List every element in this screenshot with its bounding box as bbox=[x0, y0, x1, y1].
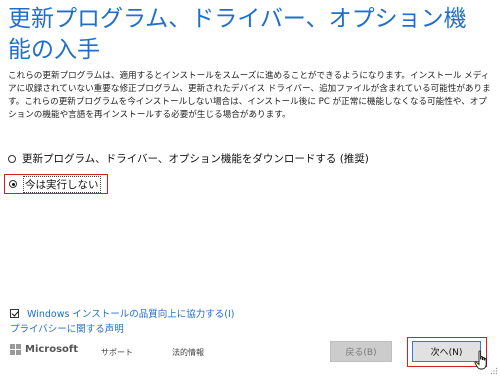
microsoft-brand-text: Microsoft bbox=[25, 344, 79, 355]
back-button[interactable]: 戻る(B) bbox=[330, 341, 392, 362]
improve-quality-checkbox-row[interactable]: Windows インストールの品質向上に協力する(I) bbox=[10, 306, 234, 320]
option-download-updates[interactable]: 更新プログラム、ドライバー、オプション機能をダウンロードする (推奨) bbox=[8, 151, 369, 166]
support-link[interactable]: サポート bbox=[101, 347, 133, 358]
checkbox[interactable] bbox=[10, 308, 19, 318]
checkbox-label[interactable]: Windows インストールの品質向上に協力する(I) bbox=[27, 306, 234, 320]
option-not-now[interactable]: 今は実行しない bbox=[4, 174, 108, 194]
resize-grip-icon[interactable] bbox=[490, 367, 498, 375]
legal-link[interactable]: 法的情報 bbox=[172, 347, 204, 358]
option-label: 更新プログラム、ドライバー、オプション機能をダウンロードする (推奨) bbox=[22, 153, 369, 165]
setup-page: 更新プログラム、ドライバー、オプション機能の入手 これらの更新プログラムは、適用… bbox=[0, 0, 500, 377]
footer: Microsoft サポート 法的情報 戻る(B) 次へ(N) bbox=[0, 337, 500, 377]
option-label: 今は実行しない bbox=[23, 175, 101, 193]
microsoft-logo: Microsoft bbox=[10, 344, 78, 355]
microsoft-icon bbox=[10, 344, 21, 355]
description-text: これらの更新プログラムは、適用するとインストールをスムーズに進めることができるよ… bbox=[8, 71, 491, 120]
page-title: 更新プログラム、ドライバー、オプション機能の入手 bbox=[8, 6, 467, 63]
next-button[interactable]: 次へ(N) bbox=[412, 341, 481, 362]
hand-cursor-icon bbox=[474, 350, 487, 370]
radio-button[interactable] bbox=[8, 154, 16, 163]
privacy-link[interactable]: プライバシーに関する声明 bbox=[10, 321, 124, 335]
radio-button-selected[interactable] bbox=[9, 180, 17, 188]
